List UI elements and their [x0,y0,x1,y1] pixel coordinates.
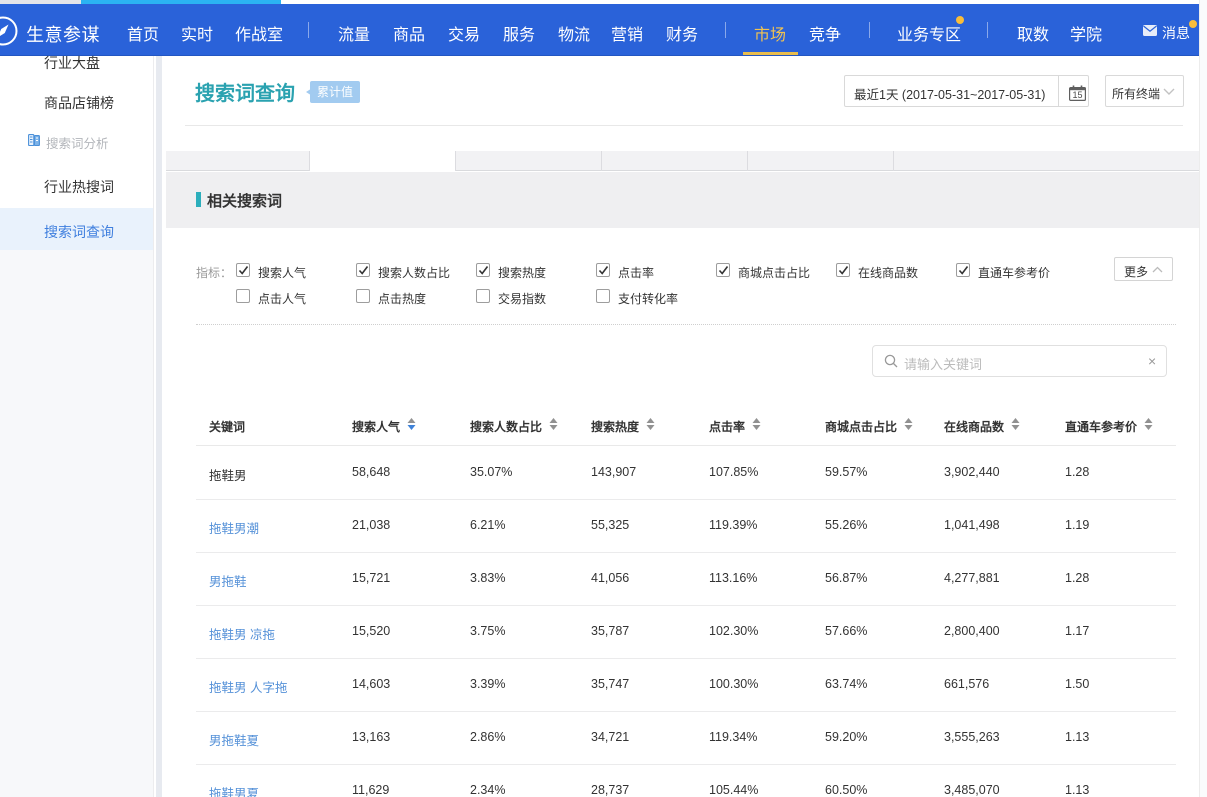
svg-text:15: 15 [1072,90,1082,100]
